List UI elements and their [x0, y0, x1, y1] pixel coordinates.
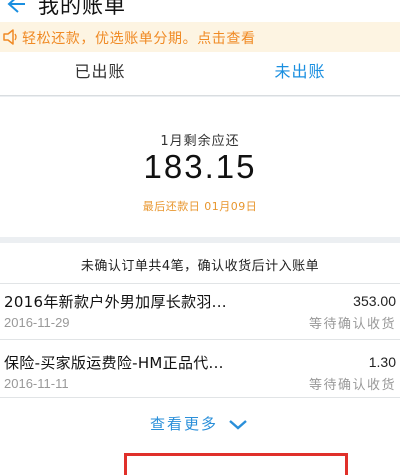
- order-status: 等待确认收货: [308, 317, 396, 332]
- divider: [0, 339, 400, 340]
- order-date: 2016-11-11: [4, 376, 69, 391]
- view-more-label: 查看更多: [150, 415, 219, 433]
- due-date: 最后还款日 01月09日: [142, 200, 258, 213]
- top-bar: 我的账单: [0, 0, 400, 22]
- unconfirmed-notice: 未确认订单共4笔，确认收货后计入账单: [80, 259, 320, 274]
- order-amount: 353.00: [353, 293, 396, 309]
- installment-notice-banner[interactable]: 轻松还款，优选账单分期。点击查看: [0, 22, 400, 52]
- highlight-box: [124, 453, 348, 475]
- order-item[interactable]: 2016年新款户外男加厚长款羽... 353.00 2016-11-29 等待确…: [0, 291, 400, 343]
- bill-summary: 1月剩余应还 183.15 最后还款日 01月09日: [0, 97, 400, 237]
- remaining-amount: 183.15: [143, 148, 257, 185]
- tab-unbilled[interactable]: 未出账: [200, 52, 400, 96]
- order-amount: 1.30: [368, 354, 396, 370]
- chevron-down-icon: [229, 419, 247, 430]
- divider: [0, 283, 400, 284]
- remaining-label: 1月剩余应还: [160, 134, 240, 149]
- back-arrow-icon[interactable]: [6, 0, 26, 14]
- order-status: 等待确认收货: [308, 378, 396, 393]
- page-title: 我的账单: [38, 0, 126, 18]
- view-more-button[interactable]: 查看更多: [150, 413, 249, 437]
- notice-text: 轻松还款，优选账单分期。点击查看: [22, 31, 256, 47]
- unconfirmed-orders: 未确认订单共4笔，确认收货后计入账单 2016年新款户外男加厚长款羽... 35…: [0, 243, 400, 475]
- order-date: 2016-11-29: [4, 315, 70, 330]
- order-name: 2016年新款户外男加厚长款羽...: [4, 293, 227, 311]
- bill-tabs: 已出账 未出账: [0, 52, 400, 140]
- order-name: 保险-买家版运费险-HM正品代...: [4, 354, 224, 372]
- divider: [0, 397, 400, 398]
- speaker-icon: [3, 29, 17, 45]
- tab-billed[interactable]: 已出账: [0, 52, 200, 96]
